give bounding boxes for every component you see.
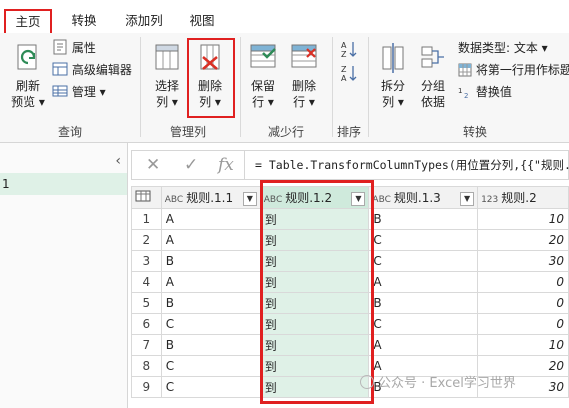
group-label-query: 查询 <box>57 125 82 139</box>
properties-icon <box>53 39 67 55</box>
replace-values-icon: 12 <box>458 87 468 100</box>
sort-descending-icon: Z A <box>341 65 357 83</box>
function-icon[interactable]: fx <box>218 155 234 175</box>
table-row[interactable]: 5B到B0 <box>131 292 569 314</box>
table-row[interactable]: 3 B 到 C 30 <box>131 250 569 272</box>
group-label-manage-columns: 管理列 <box>169 125 206 139</box>
choose-columns-icon <box>155 44 179 70</box>
tab-transform[interactable]: 转换 <box>64 10 104 32</box>
use-first-row-as-headers-button[interactable]: 将第一行用作标题 <box>458 61 569 79</box>
ribbon: 刷新 预览 ▾ 属性 高级编辑器 管理 ▾ 查询 选择 列 ▾ 删除 列 ▾ 管… <box>0 33 569 143</box>
separator <box>332 37 333 137</box>
svg-text:A: A <box>341 74 347 83</box>
formula-bar: ✕ ✓ fx = Table.TransformColumnTypes(用位置分… <box>131 150 569 180</box>
table-row[interactable]: 4A到A0 <box>131 271 569 293</box>
separator <box>368 37 369 137</box>
cancel-icon[interactable]: ✕ <box>146 155 160 175</box>
text-type-icon: ABC <box>372 195 391 205</box>
table-menu-button[interactable] <box>131 186 162 209</box>
separator <box>140 37 141 137</box>
manage-icon <box>52 85 68 97</box>
group-label-reduce-rows: 减少行 <box>267 125 304 139</box>
group-by-button[interactable]: 分组 依据 <box>416 41 450 110</box>
confirm-icon[interactable]: ✓ <box>184 155 198 175</box>
table-row[interactable]: 1 A 到 B 10 <box>131 208 569 230</box>
watermark: 公众号 · Excel学习世界 <box>360 372 516 391</box>
keep-rows-button[interactable]: 保留 行 ▾ <box>244 41 282 110</box>
table-row[interactable]: 7 B 到 A 10 <box>131 334 569 356</box>
refresh-icon <box>17 44 37 70</box>
separator <box>240 37 241 137</box>
wechat-icon <box>360 375 374 389</box>
text-type-icon: ABC <box>263 195 283 205</box>
svg-text:2: 2 <box>464 92 468 99</box>
svg-text:Z: Z <box>341 65 347 74</box>
advanced-editor-icon <box>52 62 68 76</box>
tab-add-column[interactable]: 添加列 <box>118 10 170 32</box>
replace-values-button[interactable]: 12 替换值 <box>458 83 512 101</box>
tab-home[interactable]: 主页 <box>4 9 52 35</box>
advanced-editor-button[interactable]: 高级编辑器 <box>52 61 132 79</box>
remove-rows-button[interactable]: 删除 行 ▾ <box>284 41 324 110</box>
split-column-button[interactable]: 拆分 列 ▾ <box>376 41 410 110</box>
queries-pane: ‹ 1 <box>0 143 128 408</box>
sort-ascending-button[interactable]: A Z <box>338 39 360 62</box>
choose-columns-button[interactable]: 选择 列 ▾ <box>148 41 186 110</box>
sort-descending-button[interactable]: Z A <box>338 63 360 86</box>
table-row[interactable]: 2 A 到 C 20 <box>131 229 569 251</box>
remove-rows-icon <box>291 44 317 68</box>
collapse-pane-icon[interactable]: ‹ <box>115 153 121 169</box>
refresh-preview-button[interactable]: 刷新 预览 ▾ <box>8 41 48 110</box>
data-type-dropdown[interactable]: 数据类型: 文本 ▾ <box>458 39 548 57</box>
tab-view[interactable]: 视图 <box>182 10 222 32</box>
table-header-icon <box>458 63 472 77</box>
formula-input[interactable]: = Table.TransformColumnTypes(用位置分列,{{"规则… <box>244 151 569 179</box>
table-icon <box>135 190 151 202</box>
ribbon-tabs: 主页 转换 添加列 视图 <box>0 6 569 35</box>
svg-text:A: A <box>341 41 347 50</box>
column-filter-dropdown[interactable]: ▼ <box>242 192 257 206</box>
column-filter-dropdown[interactable]: ▼ <box>460 192 475 206</box>
column-header-selected[interactable]: ABC 规则.1.2 ▼ <box>259 186 370 209</box>
query-item[interactable]: 1 <box>0 173 127 195</box>
split-column-icon <box>382 43 404 73</box>
svg-text:1: 1 <box>458 87 462 95</box>
highlight-remove-columns <box>187 38 235 118</box>
column-filter-dropdown[interactable]: ▼ <box>351 192 366 206</box>
number-type-icon: 123 <box>481 195 499 205</box>
column-header[interactable]: ABC 规则.1.3 ▼ <box>368 186 479 209</box>
svg-text:Z: Z <box>341 50 347 59</box>
group-by-icon <box>421 46 444 68</box>
column-header[interactable]: 123 规则.2 <box>477 186 569 209</box>
sort-ascending-icon: A Z <box>341 41 357 59</box>
column-header[interactable]: ABC 规则.1.1 ▼ <box>160 186 261 209</box>
keep-rows-icon <box>250 44 276 68</box>
properties-button[interactable]: 属性 <box>52 39 96 57</box>
group-label-transform: 转换 <box>462 125 487 139</box>
manage-button[interactable]: 管理 ▾ <box>52 83 106 101</box>
text-type-icon: ABC <box>164 195 184 205</box>
table-row[interactable]: 6C到C0 <box>131 313 569 335</box>
group-label-sort: 排序 <box>336 125 361 139</box>
